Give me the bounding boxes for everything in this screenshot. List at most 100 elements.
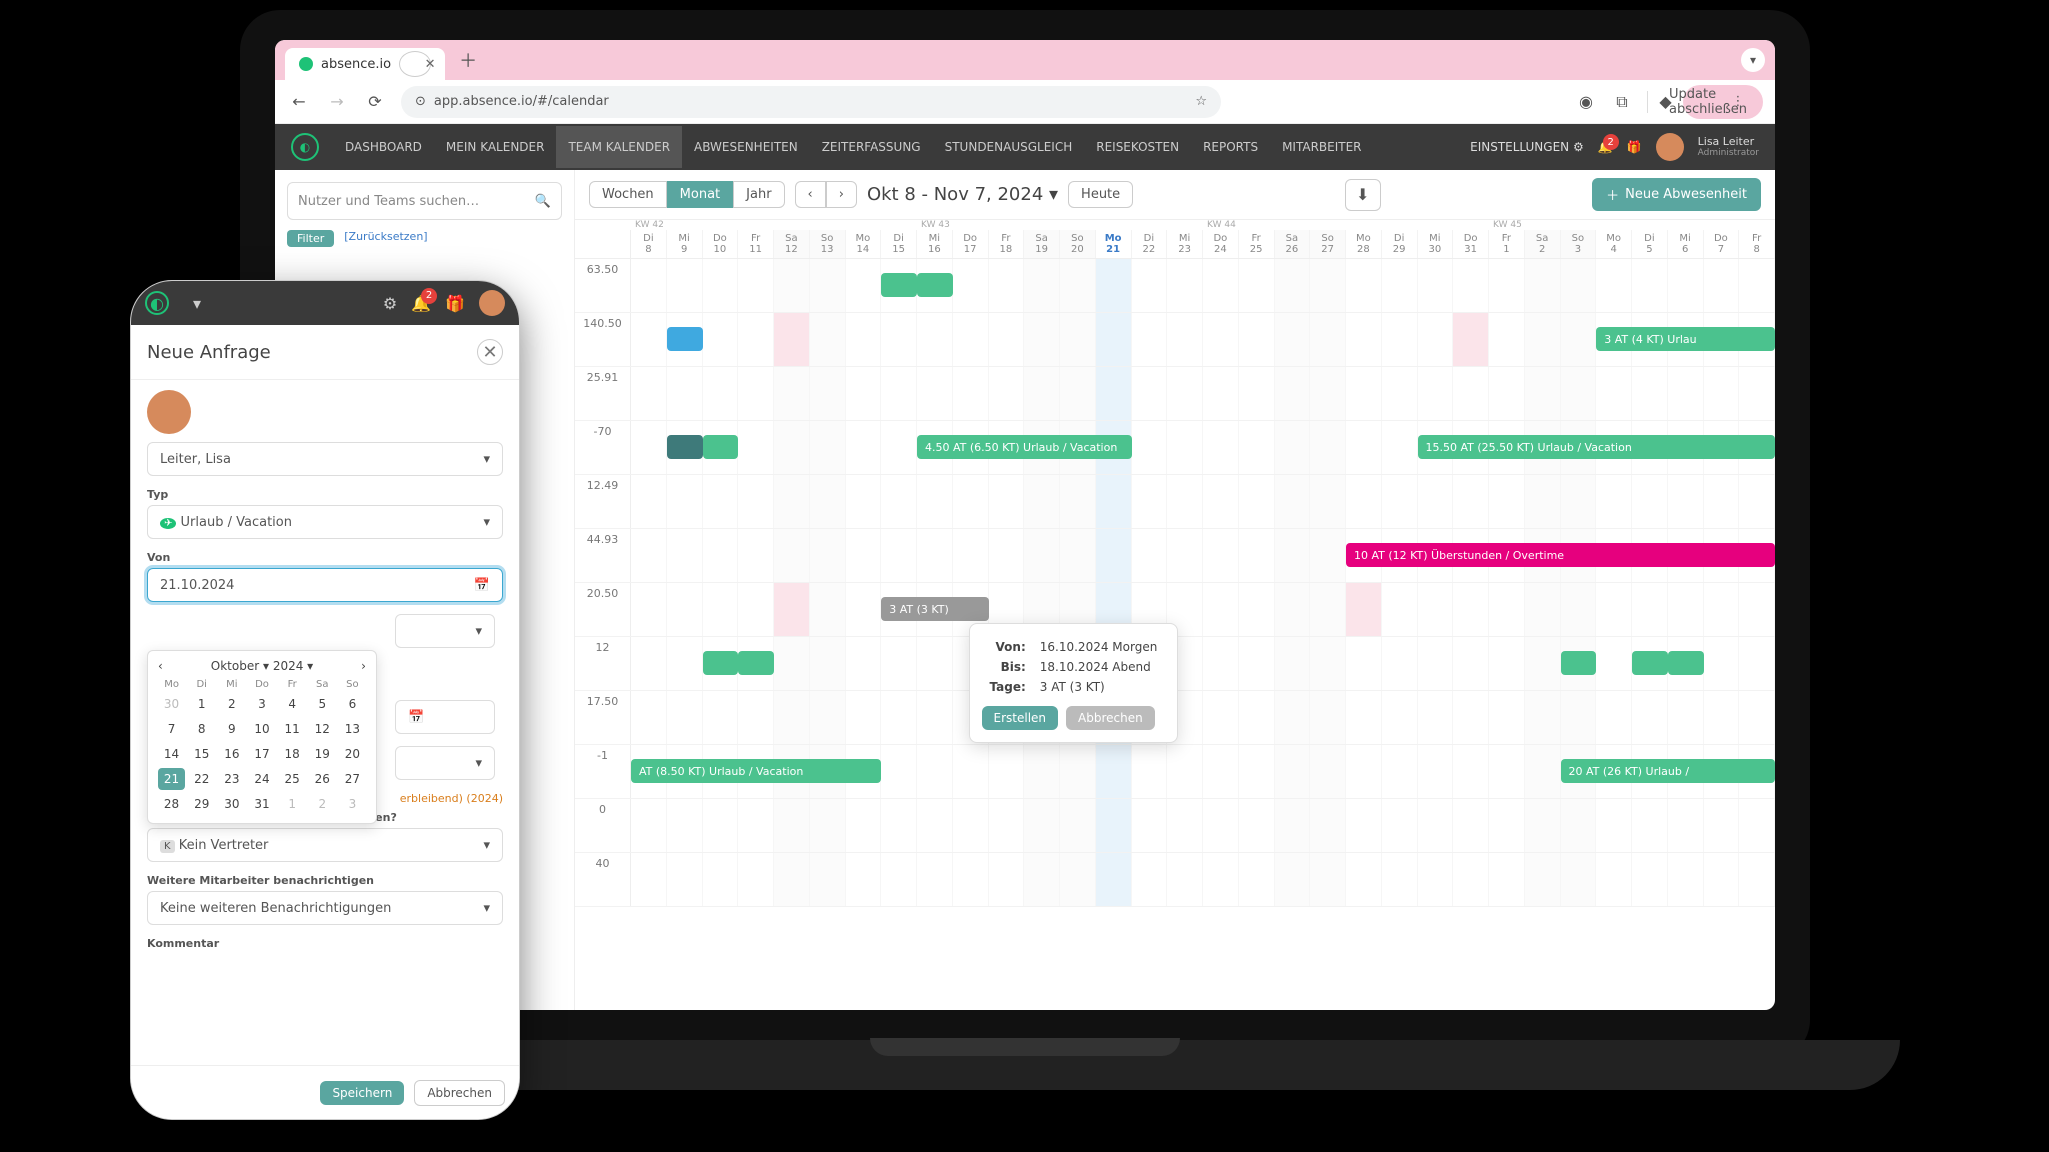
calendar-cell[interactable] xyxy=(774,691,810,744)
calendar-cell[interactable] xyxy=(989,529,1025,582)
calendar-cell[interactable] xyxy=(846,691,882,744)
calendar-cell[interactable] xyxy=(1418,691,1454,744)
calendar-cell[interactable] xyxy=(1668,691,1704,744)
calendar-cell[interactable] xyxy=(1704,583,1740,636)
calendar-cell[interactable] xyxy=(703,313,739,366)
date-cell[interactable]: 30 xyxy=(158,693,185,715)
calendar-cell[interactable] xyxy=(774,799,810,852)
nav-item[interactable]: REPORTS xyxy=(1191,126,1270,168)
calendar-cell[interactable] xyxy=(1132,799,1168,852)
calendar-cell[interactable] xyxy=(1489,313,1525,366)
calendar-cell[interactable] xyxy=(1739,691,1775,744)
calendar-cell[interactable] xyxy=(1275,259,1311,312)
calendar-cell[interactable] xyxy=(1418,799,1454,852)
user-select[interactable]: Leiter, Lisa▾ xyxy=(147,442,503,476)
calendar-cell[interactable] xyxy=(1596,691,1632,744)
calendar-cell[interactable] xyxy=(631,691,667,744)
calendar-cell[interactable] xyxy=(1239,367,1275,420)
calendar-cell[interactable] xyxy=(1453,691,1489,744)
day-header[interactable]: Sa12 xyxy=(774,230,810,258)
calendar-cell[interactable] xyxy=(1382,637,1418,690)
calendar-cell[interactable] xyxy=(1167,475,1203,528)
absence-block[interactable] xyxy=(1561,651,1597,675)
calendar-cell[interactable] xyxy=(774,475,810,528)
calendar-cell[interactable] xyxy=(1453,583,1489,636)
calendar-cell[interactable] xyxy=(1453,799,1489,852)
back-button[interactable]: ← xyxy=(287,90,311,114)
date-cell[interactable]: 11 xyxy=(279,718,306,740)
date-cell[interactable]: 28 xyxy=(158,793,185,815)
calendar-cell[interactable] xyxy=(953,313,989,366)
create-button[interactable]: Erstellen xyxy=(982,706,1059,730)
calendar-cell[interactable] xyxy=(1167,853,1203,906)
calendar-cell[interactable] xyxy=(703,367,739,420)
calendar-cell[interactable] xyxy=(917,367,953,420)
day-header[interactable]: Fr1 xyxy=(1489,230,1525,258)
calendar-cell[interactable] xyxy=(738,259,774,312)
calendar-cell[interactable] xyxy=(1489,691,1525,744)
calendar-cell[interactable] xyxy=(1453,637,1489,690)
day-header[interactable]: Mo28 xyxy=(1346,230,1382,258)
calendar-cell[interactable] xyxy=(1239,421,1275,474)
calendar-cell[interactable] xyxy=(1167,421,1203,474)
new-absence-button[interactable]: ＋ Neue Abwesenheit xyxy=(1592,178,1761,211)
calendar-cell[interactable] xyxy=(846,529,882,582)
new-tab-button[interactable]: ＋ xyxy=(453,47,483,73)
day-header[interactable]: Di15 xyxy=(881,230,917,258)
day-header[interactable]: Mi23 xyxy=(1167,230,1203,258)
day-header[interactable]: Do10 xyxy=(703,230,739,258)
date-cell[interactable]: 5 xyxy=(309,693,336,715)
calendar-cell[interactable] xyxy=(1203,367,1239,420)
day-header[interactable]: Di29 xyxy=(1382,230,1418,258)
absence-block[interactable]: 20 AT (26 KT) Urlaub / xyxy=(1561,759,1776,783)
profile-icon[interactable]: ◉ xyxy=(1575,91,1597,113)
calendar-cell[interactable] xyxy=(1739,637,1775,690)
calendar-cell[interactable] xyxy=(1310,259,1346,312)
calendar-cell[interactable] xyxy=(1632,799,1668,852)
calendar-cell[interactable] xyxy=(1096,853,1132,906)
calendar-cell[interactable] xyxy=(1668,475,1704,528)
calendar-cell[interactable] xyxy=(917,691,953,744)
date-cell[interactable]: 27 xyxy=(339,768,366,790)
calendar-cell[interactable] xyxy=(1596,259,1632,312)
nav-item[interactable]: MEIN KALENDER xyxy=(434,126,557,168)
calendar-cell[interactable] xyxy=(1203,529,1239,582)
calendar-cell[interactable] xyxy=(1596,583,1632,636)
date-cell[interactable]: 26 xyxy=(309,768,336,790)
calendar-cell[interactable] xyxy=(881,691,917,744)
calendar-cell[interactable] xyxy=(1275,421,1311,474)
calendar-cell[interactable] xyxy=(1525,259,1561,312)
calendar-cell[interactable] xyxy=(881,745,917,798)
day-header[interactable]: Mo21 xyxy=(1096,230,1132,258)
calendar-cell[interactable] xyxy=(1489,799,1525,852)
close-tab-icon[interactable]: ✕ xyxy=(399,51,431,77)
calendar-cell[interactable] xyxy=(1382,475,1418,528)
day-header[interactable]: So27 xyxy=(1310,230,1346,258)
calendar-cell[interactable] xyxy=(774,637,810,690)
day-header[interactable]: Do17 xyxy=(953,230,989,258)
calendar-cell[interactable] xyxy=(1096,475,1132,528)
calendar-cell[interactable] xyxy=(1024,529,1060,582)
calendar-cell[interactable] xyxy=(703,799,739,852)
calendar-cell[interactable] xyxy=(1418,745,1454,798)
date-cell[interactable]: 10 xyxy=(248,718,275,740)
calendar-cell[interactable] xyxy=(1275,637,1311,690)
calendar-cell[interactable] xyxy=(1453,259,1489,312)
date-cell[interactable]: 21 xyxy=(158,768,185,790)
calendar-cell[interactable] xyxy=(810,259,846,312)
day-header[interactable]: Di5 xyxy=(1632,230,1668,258)
calendar-cell[interactable] xyxy=(1525,853,1561,906)
calendar-cell[interactable] xyxy=(1596,475,1632,528)
calendar-cell[interactable] xyxy=(846,421,882,474)
close-icon[interactable]: ✕ xyxy=(477,339,503,365)
calendar-cell[interactable] xyxy=(703,259,739,312)
absence-block[interactable]: 3 AT (4 KT) Urlau xyxy=(1596,327,1775,351)
calendar-cell[interactable] xyxy=(1203,853,1239,906)
calendar-cell[interactable] xyxy=(1453,853,1489,906)
calendar-cell[interactable] xyxy=(1561,583,1597,636)
calendar-cell[interactable] xyxy=(667,583,703,636)
calendar-cell[interactable] xyxy=(1489,745,1525,798)
day-header[interactable]: Mo14 xyxy=(846,230,882,258)
calendar-cell[interactable] xyxy=(1561,691,1597,744)
app-logo-icon[interactable]: ◐ xyxy=(291,133,319,161)
